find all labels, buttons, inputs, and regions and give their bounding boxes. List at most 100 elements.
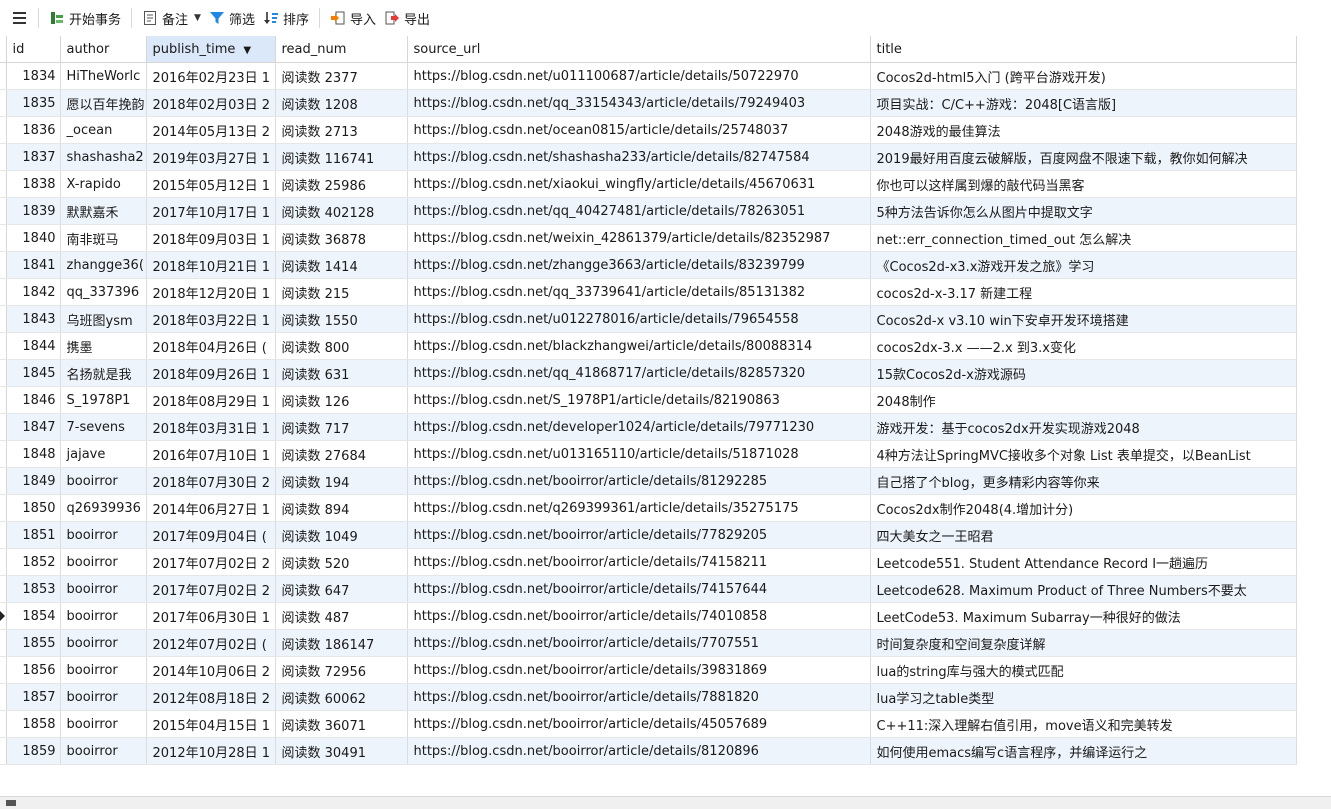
cell-title[interactable]: 时间复杂度和空间复杂度详解	[870, 629, 1297, 657]
cell-read-num[interactable]: 阅读数 487	[275, 602, 408, 630]
cell-title[interactable]: cocos2dx-3.x ——2.x 到3.x变化	[870, 332, 1297, 360]
cell-source-url[interactable]: https://blog.csdn.net/blackzhangwei/arti…	[407, 332, 871, 360]
cell-title[interactable]: Leetcode628. Maximum Product of Three Nu…	[870, 575, 1297, 603]
hamburger-icon[interactable]	[6, 5, 32, 31]
cell-author[interactable]: 愿以百年挽韵	[60, 89, 147, 117]
cell-read-num[interactable]: 阅读数 36878	[275, 224, 408, 252]
cell-publish-time[interactable]: 2016年02月23日 1	[146, 62, 276, 90]
table-row[interactable]: 1837 shashasha2 2019年03月27日 1 阅读数 116741 htt…	[0, 143, 1297, 171]
cell-author[interactable]: 携墨	[60, 332, 147, 360]
cell-publish-time[interactable]: 2017年09月04日 (	[146, 521, 276, 549]
cell-source-url[interactable]: https://blog.csdn.net/S_1978P1/article/d…	[407, 386, 871, 414]
cell-id[interactable]: 1839	[6, 197, 61, 225]
cell-title[interactable]: 自己搭了个blog，更多精彩内容等你来	[870, 467, 1297, 495]
cell-source-url[interactable]: https://blog.csdn.net/shashasha233/artic…	[407, 143, 871, 171]
table-row[interactable]: 1841 zhangge36(2018年10月21日 1 阅读数 1414 https…	[0, 251, 1297, 279]
cell-publish-time[interactable]: 2017年06月30日 1	[146, 602, 276, 630]
cell-publish-time[interactable]: 2017年10月17日 1	[146, 197, 276, 225]
cell-publish-time[interactable]: 2012年10月28日 1	[146, 737, 276, 765]
cell-author[interactable]: booirror	[60, 737, 147, 765]
cell-publish-time[interactable]: 2018年09月26日 1	[146, 359, 276, 387]
cell-title[interactable]: lua的string库与强大的模式匹配	[870, 656, 1297, 684]
cell-source-url[interactable]: https://blog.csdn.net/qq_33739641/articl…	[407, 278, 871, 306]
cell-source-url[interactable]: https://blog.csdn.net/qq_41868717/articl…	[407, 359, 871, 387]
table-row[interactable]: 1856 booirror 2014年10月06日 2 阅读数 72956 https:…	[0, 656, 1297, 684]
cell-id[interactable]: 1848	[6, 440, 61, 468]
cell-source-url[interactable]: https://blog.csdn.net/booirror/article/d…	[407, 737, 871, 765]
cell-publish-time[interactable]: 2012年07月02日 (	[146, 629, 276, 657]
cell-id[interactable]: 1846	[6, 386, 61, 414]
chevron-down-icon[interactable]: ▼	[194, 13, 201, 23]
cell-author[interactable]: booirror	[60, 467, 147, 495]
cell-source-url[interactable]: https://blog.csdn.net/booirror/article/d…	[407, 683, 871, 711]
cell-author[interactable]: 乌班图ysm	[60, 305, 147, 333]
note-button[interactable]: 备注 ▼	[138, 5, 205, 31]
cell-source-url[interactable]: https://blog.csdn.net/developer1024/arti…	[407, 413, 871, 441]
cell-id[interactable]: 1855	[6, 629, 61, 657]
cell-id[interactable]: 1843	[6, 305, 61, 333]
table-row[interactable]: 1846 S_1978P1 2018年08月29日 1 阅读数 126 https://…	[0, 386, 1297, 414]
export-button[interactable]: 导出	[380, 5, 434, 31]
cell-read-num[interactable]: 阅读数 30491	[275, 737, 408, 765]
cell-author[interactable]: booirror	[60, 629, 147, 657]
cell-id[interactable]: 1859	[6, 737, 61, 765]
cell-read-num[interactable]: 阅读数 717	[275, 413, 408, 441]
cell-read-num[interactable]: 阅读数 215	[275, 278, 408, 306]
cell-author[interactable]: booirror	[60, 656, 147, 684]
table-row[interactable]: 1857 booirror 2012年08月18日 2 阅读数 60062 https:…	[0, 683, 1297, 711]
cell-title[interactable]: LeetCode53. Maximum Subarray一种很好的做法	[870, 602, 1297, 630]
column-header-read-num[interactable]: read_num	[275, 36, 408, 63]
table-row[interactable]: 1843 乌班图ysm 2018年03月22日 1 阅读数 1550 https://b…	[0, 305, 1297, 333]
cell-title[interactable]: C++11:深入理解右值引用，move语义和完美转发	[870, 710, 1297, 738]
cell-id[interactable]: 1851	[6, 521, 61, 549]
cell-publish-time[interactable]: 2018年12月20日 1	[146, 278, 276, 306]
cell-title[interactable]: cocos2d-x-3.17 新建工程	[870, 278, 1297, 306]
begin-transaction-button[interactable]: 开始事务	[45, 5, 125, 31]
cell-title[interactable]: Leetcode551. Student Attendance Record I…	[870, 548, 1297, 576]
table-row[interactable]: 1850 q26939936 2014年06月27日 1 阅读数 894 https:/…	[0, 494, 1297, 522]
cell-title[interactable]: 如何使用emacs编写c语言程序，并编译运行之	[870, 737, 1297, 765]
cell-publish-time[interactable]: 2018年09月03日 1	[146, 224, 276, 252]
cell-publish-time[interactable]: 2016年07月10日 1	[146, 440, 276, 468]
cell-publish-time[interactable]: 2019年03月27日 1	[146, 143, 276, 171]
cell-source-url[interactable]: https://blog.csdn.net/ocean0815/article/…	[407, 116, 871, 144]
cell-source-url[interactable]: https://blog.csdn.net/qq_33154343/articl…	[407, 89, 871, 117]
table-row[interactable]: 1849 booirror 2018年07月30日 2 阅读数 194 https://…	[0, 467, 1297, 495]
cell-id[interactable]: 1847	[6, 413, 61, 441]
cell-id[interactable]: 1841	[6, 251, 61, 279]
cell-id[interactable]: 1840	[6, 224, 61, 252]
cell-publish-time[interactable]: 2017年07月02日 2	[146, 575, 276, 603]
cell-publish-time[interactable]: 2014年10月06日 2	[146, 656, 276, 684]
cell-publish-time[interactable]: 2017年07月02日 2	[146, 548, 276, 576]
cell-author[interactable]: booirror	[60, 683, 147, 711]
cell-id[interactable]: 1838	[6, 170, 61, 198]
cell-author[interactable]: booirror	[60, 548, 147, 576]
table-row[interactable]: 1854 booirror 2017年06月30日 1 阅读数 487 https://…	[0, 602, 1297, 630]
cell-id[interactable]: 1837	[6, 143, 61, 171]
table-row[interactable]: 1859 booirror 2012年10月28日 1 阅读数 30491 https:…	[0, 737, 1297, 765]
sort-button[interactable]: 排序	[259, 5, 313, 31]
cell-id[interactable]: 1844	[6, 332, 61, 360]
cell-read-num[interactable]: 阅读数 2377	[275, 62, 408, 90]
cell-author[interactable]: 名扬就是我	[60, 359, 147, 387]
column-header-title[interactable]: title	[870, 36, 1297, 63]
cell-read-num[interactable]: 阅读数 27684	[275, 440, 408, 468]
cell-title[interactable]: 游戏开发：基于cocos2dx开发实现游戏2048	[870, 413, 1297, 441]
cell-author[interactable]: booirror	[60, 710, 147, 738]
cell-author[interactable]: 7-sevens	[60, 413, 147, 441]
table-row[interactable]: 1858 booirror 2015年04月15日 1 阅读数 36071 https:…	[0, 710, 1297, 738]
cell-read-num[interactable]: 阅读数 126	[275, 386, 408, 414]
cell-id[interactable]: 1854	[6, 602, 61, 630]
cell-publish-time[interactable]: 2012年08月18日 2	[146, 683, 276, 711]
cell-id[interactable]: 1850	[6, 494, 61, 522]
cell-id[interactable]: 1857	[6, 683, 61, 711]
cell-read-num[interactable]: 阅读数 186147	[275, 629, 408, 657]
column-header-author[interactable]: author	[60, 36, 147, 63]
cell-author[interactable]: S_1978P1	[60, 386, 147, 414]
cell-read-num[interactable]: 阅读数 2713	[275, 116, 408, 144]
cell-publish-time[interactable]: 2015年05月12日 1	[146, 170, 276, 198]
cell-source-url[interactable]: https://blog.csdn.net/booirror/article/d…	[407, 467, 871, 495]
cell-author[interactable]: 南非斑马	[60, 224, 147, 252]
cell-source-url[interactable]: https://blog.csdn.net/weixin_42861379/ar…	[407, 224, 871, 252]
cell-read-num[interactable]: 阅读数 116741	[275, 143, 408, 171]
